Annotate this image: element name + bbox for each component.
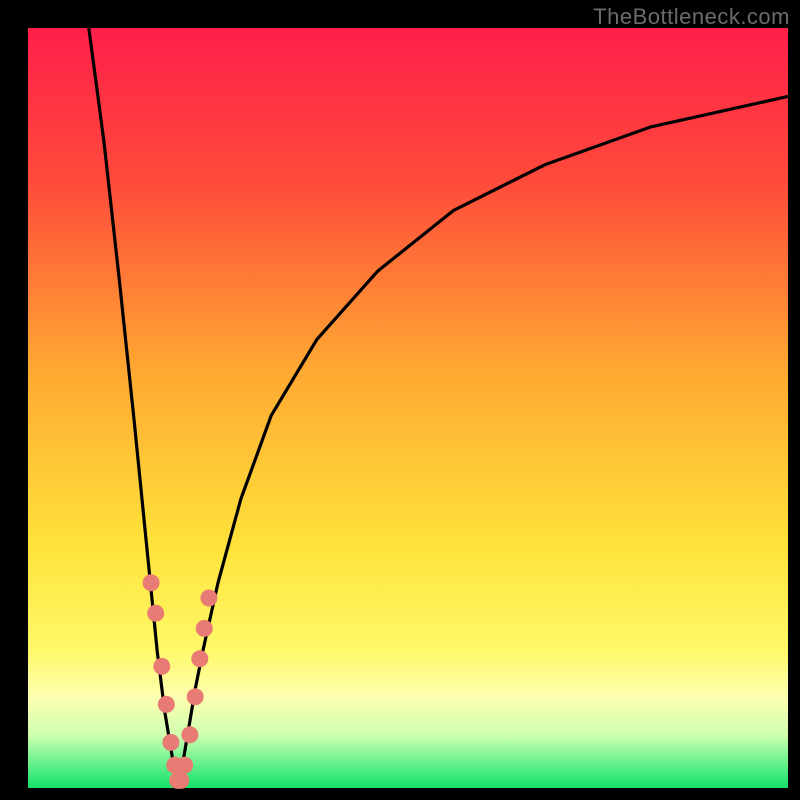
scatter-dot [176,757,193,774]
watermark-text: TheBottleneck.com [593,4,790,30]
scatter-dot [162,734,179,751]
scatter-dot [181,726,198,743]
scatter-dot [187,688,204,705]
plot-background [28,28,788,788]
scatter-dot [147,605,164,622]
chart-stage: TheBottleneck.com [0,0,800,800]
scatter-dot [191,650,208,667]
scatter-dot [153,658,170,675]
scatter-dot [200,590,217,607]
scatter-dot [143,574,160,591]
bottleneck-chart [0,0,800,800]
scatter-dot [172,772,189,789]
scatter-dot [196,620,213,637]
scatter-dot [158,696,175,713]
